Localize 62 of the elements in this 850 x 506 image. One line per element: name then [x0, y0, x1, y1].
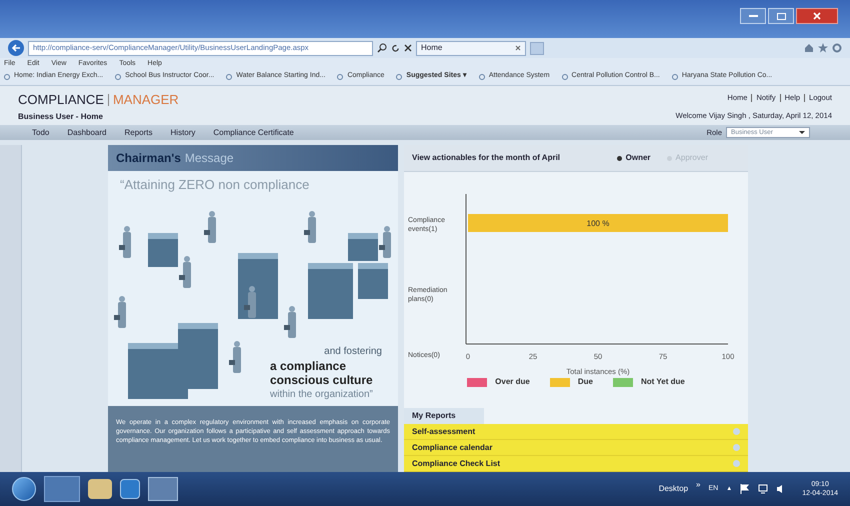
favorite-page-icon: [226, 74, 232, 80]
toolbar-chevron[interactable]: »: [696, 479, 700, 491]
start-button[interactable]: [12, 477, 36, 501]
legend-label: Due: [578, 376, 593, 388]
dropdown-caret-icon: [799, 131, 805, 134]
banner-headline: “Attaining ZERO non compliance: [120, 176, 310, 194]
monitor-icon[interactable]: [758, 484, 768, 494]
nav-tab[interactable]: Compliance Certificate: [211, 126, 296, 138]
legend-label: Over due: [495, 376, 530, 388]
favorite-page-icon: [672, 74, 678, 80]
radio-label: Owner: [626, 152, 651, 164]
logo-accent-text: MANAGER: [112, 92, 179, 108]
nav-tab[interactable]: History: [168, 126, 198, 138]
favorite-page-icon: [115, 74, 122, 80]
minimize-button[interactable]: [740, 8, 766, 24]
search-icon: [377, 43, 387, 53]
nav-tab[interactable]: Todo: [30, 126, 52, 138]
favorite-page-icon: [562, 74, 568, 80]
reports-heading: My Reports: [404, 408, 484, 424]
browser-tab[interactable]: Home: [416, 40, 526, 56]
star-icon[interactable]: [818, 43, 828, 53]
banner-subline: and fostering: [324, 345, 383, 359]
folder-taskbar-icon[interactable]: [88, 479, 112, 499]
report-item[interactable]: Compliance Check List: [404, 456, 748, 472]
radio-button[interactable]: [616, 156, 622, 160]
banner-tagline: a compliance conscious culture: [270, 359, 374, 387]
report-item[interactable]: Self-assessment: [404, 424, 748, 440]
tab-close-icon[interactable]: [515, 45, 521, 51]
report-label: Compliance Check List: [412, 458, 500, 470]
report-label: Self-assessment: [412, 426, 476, 438]
settings-icon[interactable]: [832, 43, 842, 53]
stop-icon: [404, 44, 412, 52]
report-label: Compliance calendar: [412, 442, 492, 454]
nav-tab[interactable]: Reports: [122, 126, 155, 138]
minimize-icon: [748, 15, 758, 17]
panel-subtitle: Message: [184, 150, 234, 167]
desktop-toolbar-label[interactable]: Desktop: [658, 483, 688, 495]
favorite-page-icon: [478, 74, 485, 80]
media-taskbar-icon[interactable]: [120, 479, 140, 499]
nav-tab[interactable]: Dashboard: [65, 126, 108, 138]
close-button[interactable]: [796, 8, 838, 24]
home-icon[interactable]: [804, 43, 814, 53]
panel-title: Chairman's: [116, 150, 181, 167]
favorite-page-icon: [396, 74, 402, 80]
bar-value-label: 100 %: [586, 219, 610, 228]
refresh-icon: [391, 44, 400, 52]
logo-text: COMPLIANCE: [18, 92, 104, 108]
tab-label: Home: [421, 42, 444, 54]
actionables-label: View actionables for the month of April: [412, 152, 560, 164]
report-item[interactable]: Compliance calendar: [404, 440, 748, 456]
legend-label: Not Yet due: [640, 376, 685, 388]
flag-icon[interactable]: [740, 484, 750, 494]
maximize-button[interactable]: [768, 8, 794, 24]
maximize-icon: [776, 12, 786, 20]
breadcrumb: Business User - Home: [18, 112, 104, 122]
favorite-page-icon: [337, 74, 344, 80]
logo-divider: [108, 94, 109, 106]
back-button[interactable]: [8, 40, 24, 56]
favorite-page-icon: [4, 74, 10, 80]
banner-footer-line: within the organization”: [270, 388, 373, 402]
back-arrow-icon: [12, 44, 20, 52]
close-icon: [813, 12, 821, 20]
